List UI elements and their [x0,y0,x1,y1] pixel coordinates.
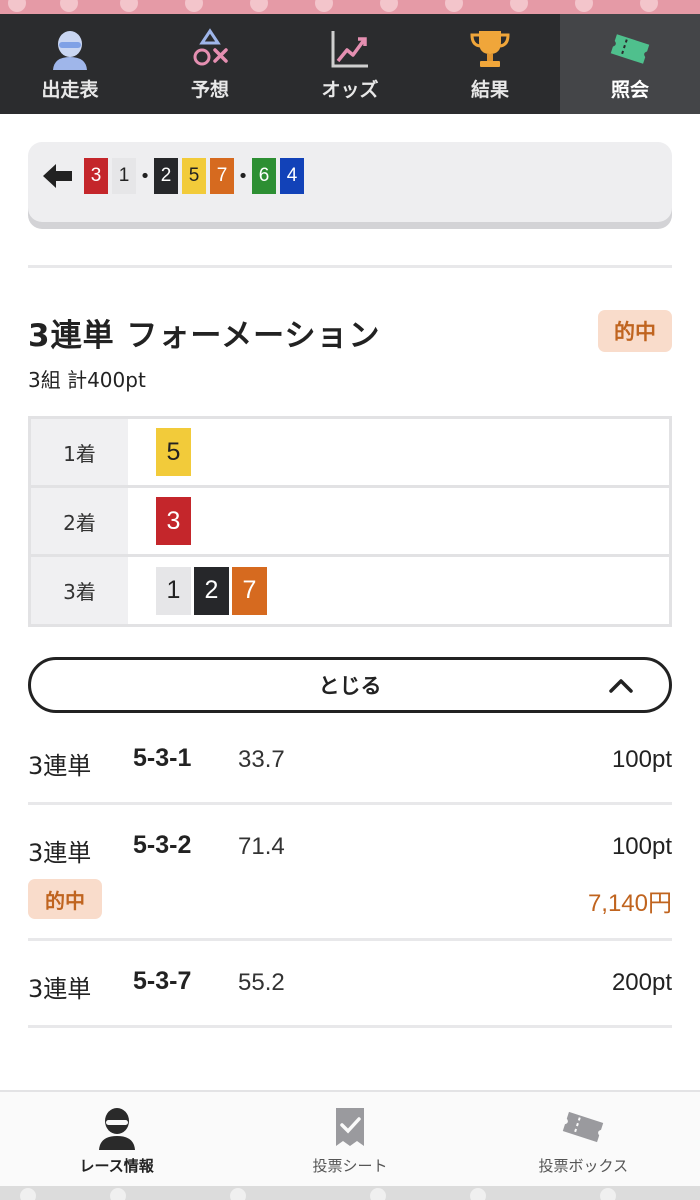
boat-number-4: 4 [280,158,304,194]
ticket-type: 3連単 [28,839,92,867]
ticket-amount: 100pt [611,746,672,773]
position-label: 2着 [31,488,128,554]
tab-entry-list[interactable]: 出走表 [0,14,140,114]
chevron-up-icon [609,674,633,698]
ticket-row: 3連単 5-3-7 55.2 200pt [28,965,672,1005]
tab-inquiry[interactable]: 照会 [560,14,700,114]
odds-chart-icon [329,27,371,71]
ticket-row: 3連単 5-3-2 71.4 100pt 的中 7,140円 [28,829,672,919]
position-label: 3着 [31,557,128,624]
prediction-icon [189,27,231,71]
bet-title: 3連単 フォーメーション [28,318,381,354]
tab-result[interactable]: 結果 [420,14,560,114]
ticket-odds: 55.2 [238,969,285,996]
boat-number-3: 3 [156,497,191,545]
tab-label: 結果 [470,78,509,101]
bottom-decorative-strip [0,1186,700,1200]
section-divider [28,265,672,268]
ticket-row: 3連単 5-3-1 33.7 100pt [28,742,672,782]
ticket-amount: 100pt [611,833,672,860]
tab-prediction[interactable]: 予想 [140,14,280,114]
tab-label: レース情報 [79,1156,154,1175]
ticket-odds: 71.4 [238,833,285,860]
boat-number-2: 2 [194,566,229,615]
ticket-icon [608,27,652,71]
formation-table: 1着 5 2着 3 3着 1 2 7 [28,416,672,627]
ticket-divider [28,938,672,941]
boat-number-1: 1 [156,566,191,615]
ticket-combination: 5-3-2 [133,831,192,859]
ticket-type: 3連単 [28,975,92,1003]
ticket-payout: 7,140円 [587,890,672,917]
position-label: 1着 [31,419,128,485]
tab-vote-box[interactable]: 投票ボックス [467,1092,700,1186]
formation-row-3rd: 3着 1 2 7 [31,557,669,624]
close-button[interactable]: とじる [28,657,672,713]
group-separator: • [237,165,249,187]
back-arrow-icon[interactable] [40,161,76,191]
top-decorative-strip [0,0,700,14]
formation-row-2nd: 2着 3 [31,488,669,557]
ticket-combination: 5-3-7 [133,967,192,995]
formation-row-1st: 1着 5 [31,419,669,488]
tab-label: オッズ [321,78,379,101]
ticket-divider [28,802,672,805]
tab-label: 投票ボックス [538,1156,629,1175]
ticket-divider [28,1025,672,1028]
tab-odds[interactable]: オッズ [280,14,420,114]
hit-badge: 的中 [598,310,672,352]
boat-number-2: 2 [154,158,178,194]
boat-number-6: 6 [252,158,276,194]
boat-number-5: 5 [156,428,191,476]
ticket-combination: 5-3-1 [133,744,192,772]
hit-badge: 的中 [28,879,102,919]
tab-label: 出走表 [41,78,99,101]
boat-number-7: 7 [210,158,234,194]
vote-sheet-icon [330,1103,370,1151]
tab-label: 照会 [610,78,649,101]
top-nav: 出走表 予想 オッズ 結果 照会 [0,14,700,114]
bet-subtitle: 3組 計400pt [28,368,146,392]
bet-combination-bar: 3 1 • 2 5 7 • 6 4 [28,142,672,222]
boat-number-1: 1 [112,158,136,194]
tab-race-info[interactable]: レース情報 [0,1092,233,1186]
ticket-type: 3連単 [28,752,92,780]
group-separator: • [139,165,151,187]
boat-number-5: 5 [182,158,206,194]
ticket-amount: 200pt [611,969,672,996]
tab-label: 投票シート [312,1156,388,1175]
trophy-icon [469,27,511,71]
racer-icon [95,1103,139,1151]
bottom-nav: レース情報 投票シート 投票ボックス [0,1090,700,1186]
tab-vote-sheet[interactable]: 投票シート [233,1092,466,1186]
close-button-label: とじる [318,674,382,698]
tab-label: 予想 [190,78,229,101]
racer-icon [50,27,90,71]
boat-number-3: 3 [84,158,108,194]
vote-box-ticket-icon [559,1103,607,1151]
boat-number-7: 7 [232,566,267,615]
ticket-odds: 33.7 [238,746,285,773]
